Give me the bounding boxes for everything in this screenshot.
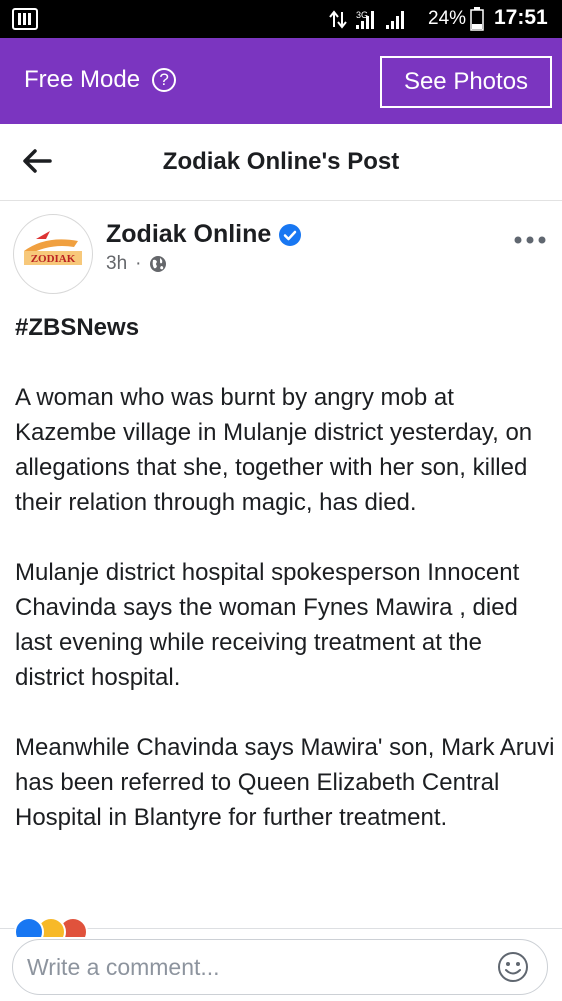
free-mode-label-group[interactable]: Free Mode ? [24, 66, 177, 94]
post-paragraph: Mulanje district hospital spokesperson I… [15, 559, 520, 691]
comment-input[interactable]: Write a comment... [12, 939, 548, 995]
post-meta: 3h · [106, 253, 167, 275]
free-mode-label: Free Mode [24, 66, 141, 93]
see-photos-button[interactable]: See Photos [380, 56, 552, 108]
verified-badge-icon [279, 223, 302, 246]
avatar[interactable]: ZODIAK [13, 214, 93, 294]
comment-placeholder: Write a comment... [27, 954, 220, 980]
like-reaction-icon [14, 917, 44, 937]
app-notification-icon [12, 8, 38, 30]
more-options-icon[interactable] [512, 234, 548, 246]
page-title: Zodiak Online's Post [162, 148, 400, 175]
author-name[interactable]: Zodiak Online [106, 220, 271, 249]
meta-separator: · [135, 253, 142, 274]
post-time[interactable]: 3h [106, 253, 127, 275]
battery-percentage: 24% [428, 8, 467, 29]
author-name-group[interactable]: Zodiak Online [106, 220, 302, 249]
emoji-icon[interactable] [497, 951, 529, 983]
post-paragraph: A woman who was burnt by angry mob at Ka… [15, 384, 533, 516]
status-bar: 3G 24% 17:51 [0, 0, 562, 38]
free-mode-bar: Free Mode ? See Photos [0, 38, 562, 124]
comment-bar: Write a comment... [0, 928, 562, 1001]
zodiak-logo: ZODIAK [24, 231, 82, 265]
avatar-logo-text: ZODIAK [31, 253, 76, 265]
hashtag-link[interactable]: #ZBSNews [15, 310, 555, 345]
clock: 17:51 [494, 6, 548, 29]
post-paragraph: Meanwhile Chavinda says Mawira' son, Mar… [15, 734, 555, 831]
signal-icon: 3G [329, 10, 404, 29]
globe-icon [150, 256, 167, 272]
help-icon[interactable]: ? [152, 68, 177, 92]
battery-icon [470, 7, 484, 31]
post-body: #ZBSNews A woman who was burnt by angry … [15, 310, 555, 870]
post-header-bar: Zodiak Online's Post [0, 124, 562, 201]
